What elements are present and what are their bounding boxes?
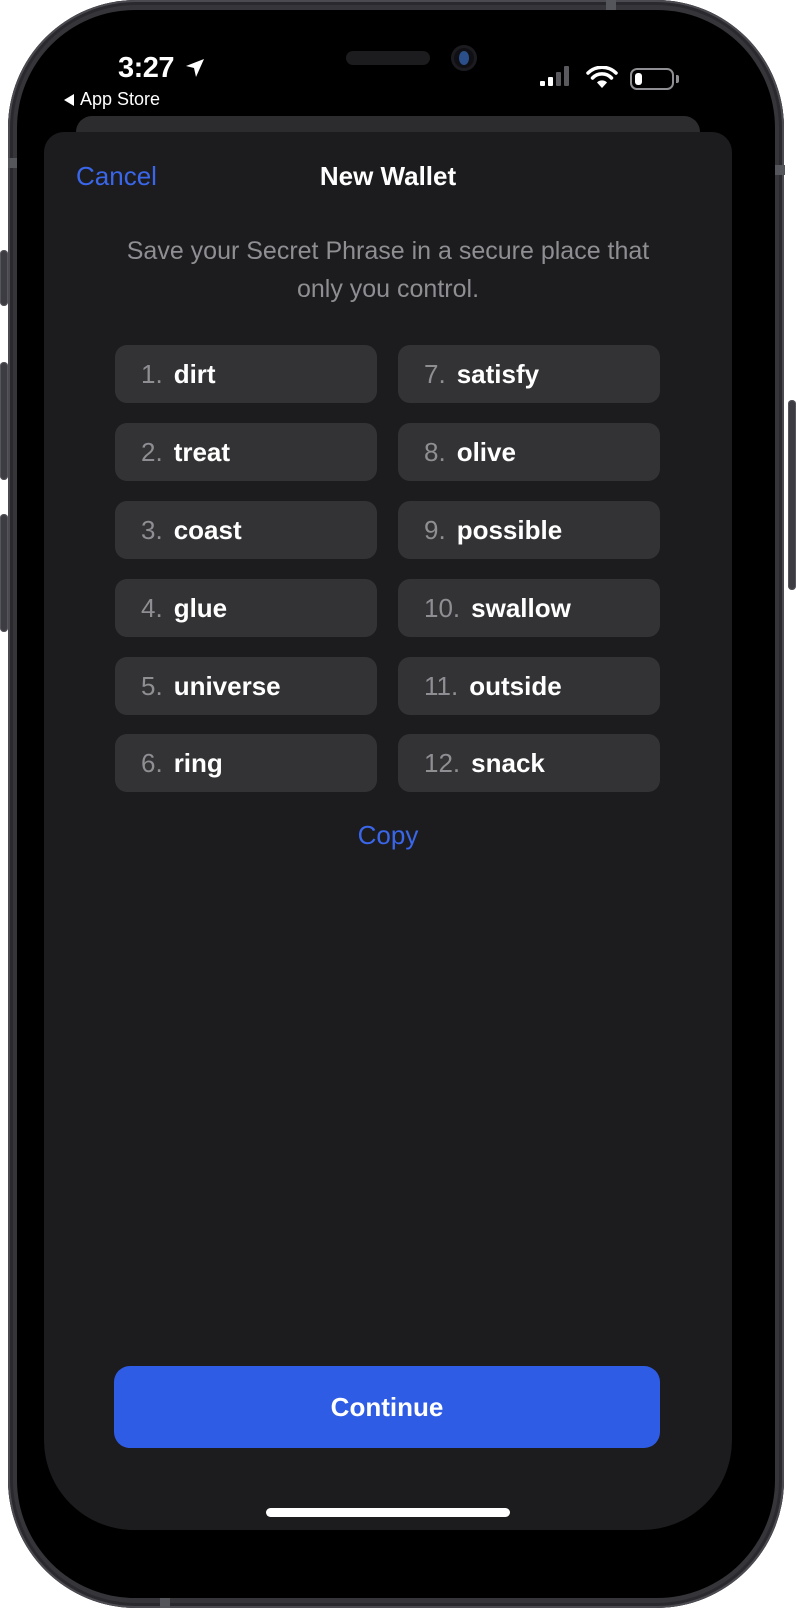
word-index: 2.: [141, 436, 163, 467]
phrase-word-chip: 1. dirt: [115, 345, 377, 403]
location-arrow-icon: [186, 59, 204, 77]
word-text: outside: [469, 670, 562, 701]
word-index: 3.: [141, 514, 163, 545]
word-text: universe: [173, 670, 281, 701]
phrase-word-chip: 3. coast: [115, 501, 377, 559]
cancel-button[interactable]: Cancel: [76, 161, 157, 192]
word-text: glue: [173, 592, 228, 623]
word-text: treat: [173, 436, 231, 467]
phrase-word-chip: 10. swallow: [398, 579, 660, 637]
phrase-word-chip: 4. glue: [115, 579, 377, 637]
word-text: swallow: [471, 592, 571, 623]
word-index: 7.: [424, 358, 446, 389]
instructions-text: Save your Secret Phrase in a secure plac…: [126, 237, 650, 303]
back-app-label: App Store: [80, 89, 161, 109]
phrase-word-chip: 11. outside: [398, 657, 660, 715]
word-text: snack: [471, 747, 545, 778]
word-index: 11.: [424, 670, 459, 701]
word-index: 8.: [424, 436, 446, 467]
word-index: 10.: [424, 592, 461, 623]
word-index: 4.: [141, 592, 163, 623]
phrase-word-chip: 8. olive: [398, 423, 660, 481]
phrase-word-chip: 6. ring: [115, 734, 377, 792]
battery-level: [635, 73, 642, 85]
earpiece-speaker: [346, 51, 430, 65]
phrase-word-chip: 7. satisfy: [398, 345, 660, 403]
copy-button[interactable]: Copy: [358, 820, 419, 850]
cellular-signal-icon: [540, 66, 569, 86]
status-time: 3:27: [118, 52, 175, 84]
wifi-icon: [586, 66, 618, 88]
volume-down-button: [0, 514, 8, 632]
back-to-app-link[interactable]: App Store: [64, 89, 160, 110]
word-index: 1.: [141, 358, 163, 389]
phrase-word-chip: 12. snack: [398, 734, 660, 792]
word-index: 9.: [424, 514, 446, 545]
word-index: 12.: [424, 747, 461, 778]
phrase-word-chip: 2. treat: [115, 423, 377, 481]
home-indicator[interactable]: [266, 1508, 510, 1517]
power-button: [788, 400, 796, 590]
front-camera: [451, 45, 477, 71]
word-text: dirt: [173, 358, 216, 389]
back-triangle-icon: [64, 93, 74, 106]
continue-button[interactable]: Continue: [114, 1366, 660, 1448]
word-text: satisfy: [456, 358, 540, 389]
word-index: 5.: [141, 670, 163, 701]
word-text: olive: [456, 436, 516, 467]
word-text: coast: [173, 514, 242, 545]
battery-icon: [630, 68, 674, 90]
antenna-band: [775, 165, 785, 175]
mute-switch: [0, 250, 8, 306]
word-text: possible: [456, 514, 563, 545]
word-text: ring: [173, 747, 223, 778]
volume-up-button: [0, 362, 8, 480]
phrase-word-chip: 9. possible: [398, 501, 660, 559]
battery-cap: [676, 75, 679, 83]
word-index: 6.: [141, 747, 163, 778]
phrase-word-chip: 5. universe: [115, 657, 377, 715]
